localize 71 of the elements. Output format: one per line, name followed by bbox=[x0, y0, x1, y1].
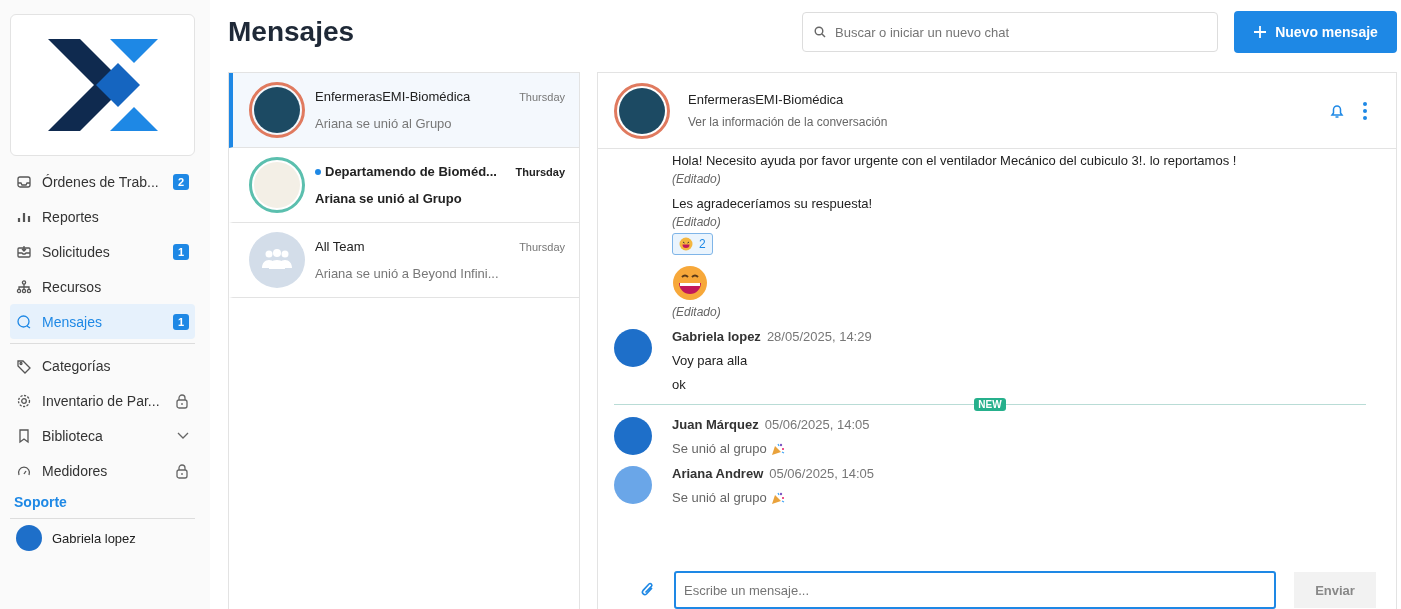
conversation-info-link[interactable]: Ver la información de la conversación bbox=[688, 115, 1312, 129]
message-text: Se unió al grupo bbox=[672, 441, 767, 456]
edited-note: (Editado) bbox=[672, 215, 721, 229]
avatar-placeholder bbox=[614, 466, 652, 504]
avatar-placeholder bbox=[16, 525, 42, 551]
user-name: Gabriela lopez bbox=[52, 530, 136, 546]
party-popper-icon bbox=[770, 441, 785, 456]
conversation-item[interactable]: Departamendo de Bioméd... Thursday Ariana se unió al Grupo bbox=[229, 148, 579, 223]
edited-note: (Editado) bbox=[672, 172, 721, 186]
author-name: Juan Márquez bbox=[672, 417, 759, 432]
nav-item[interactable]: Mensajes 1 bbox=[10, 304, 195, 339]
plus-icon bbox=[1253, 25, 1268, 39]
edited-note: (Editado) bbox=[672, 305, 721, 319]
conversation-preview: Ariana se unió al Grupo bbox=[315, 191, 463, 206]
message-text: Voy para alla bbox=[672, 353, 748, 368]
lock-icon bbox=[175, 392, 189, 409]
avatar-placeholder bbox=[614, 417, 652, 455]
conversation-item[interactable]: EnfermerasEMI-Biomédica Thursday Ariana se unió al Grupo bbox=[229, 73, 579, 148]
nav-item[interactable]: Inventario de Par... bbox=[10, 383, 195, 418]
nav-item[interactable]: Órdenes de Trab... 2 bbox=[10, 164, 195, 199]
conversation-name: Departamendo de Bioméd... bbox=[325, 164, 498, 179]
author-name: Ariana Andrew bbox=[672, 466, 764, 481]
count-badge: 2 bbox=[172, 173, 189, 190]
nav-item[interactable]: Reportes bbox=[10, 199, 195, 234]
chevron-down-icon bbox=[177, 431, 189, 440]
message-text: Les agradeceríamos su respuesta! bbox=[672, 196, 873, 211]
bookmark-icon bbox=[16, 427, 32, 444]
author-name: Gabriela lopez bbox=[672, 329, 761, 344]
conversation-name: All Team bbox=[315, 239, 366, 254]
conversation-preview: Ariana se unió a Beyond Infini... bbox=[315, 266, 500, 281]
count-badge: 1 bbox=[172, 313, 189, 330]
tag-icon bbox=[16, 357, 32, 374]
nav-item[interactable]: Medidores bbox=[10, 453, 195, 488]
hierarchy-icon bbox=[16, 278, 32, 295]
nav-item[interactable]: Categorías bbox=[10, 348, 195, 383]
avatar-placeholder bbox=[614, 329, 652, 367]
grinning-face-icon bbox=[672, 265, 708, 301]
conversation-name: EnfermerasEMI-Biomédica bbox=[315, 89, 472, 104]
lock-icon bbox=[175, 462, 189, 479]
conversation-preview: Ariana se unió al Grupo bbox=[315, 116, 453, 131]
inbox-icon bbox=[16, 173, 32, 190]
message-text: ok bbox=[672, 377, 686, 392]
tray-icon bbox=[16, 243, 32, 260]
group-avatar-icon bbox=[249, 232, 305, 288]
section-heading: Soporte bbox=[13, 493, 68, 512]
conversation-time: Thursday bbox=[519, 90, 565, 103]
gear-icon bbox=[16, 392, 32, 409]
laughing-face-icon bbox=[679, 237, 693, 251]
message-time: 05/06/2025, 14:05 bbox=[769, 466, 875, 481]
new-message-button[interactable]: Nuevo mensaje bbox=[1234, 11, 1397, 53]
count-badge: 1 bbox=[172, 243, 189, 260]
x-logo-icon bbox=[47, 39, 158, 131]
conversation-time: Thursday bbox=[515, 165, 565, 178]
new-label: NEW bbox=[974, 398, 1006, 411]
page-title: Mensajes bbox=[228, 16, 356, 48]
bell-icon[interactable] bbox=[1330, 102, 1344, 119]
message-time: 05/06/2025, 14:05 bbox=[764, 417, 870, 432]
more-options-icon[interactable] bbox=[1362, 100, 1368, 121]
message-input[interactable]: Escribe un mensaje... bbox=[674, 571, 1276, 609]
conversation-item[interactable]: All Team Thursday Ariana se unió a Beyond Infini... bbox=[229, 223, 579, 298]
message-text: Hola! Necesito ayuda por favor urgente con el ventilador Mecánico del cubiculo 3!. lo reportamos ! bbox=[672, 153, 1237, 168]
nav-item[interactable]: Solicitudes 1 bbox=[10, 234, 195, 269]
nav-item[interactable]: Biblioteca bbox=[10, 418, 195, 453]
chat-title: EnfermerasEMI-Biomédica bbox=[688, 92, 845, 107]
nav-item[interactable]: Recursos bbox=[10, 269, 195, 304]
message-time: 28/05/2025, 14:29 bbox=[766, 329, 872, 344]
message-text: Se unió al grupo bbox=[672, 490, 767, 505]
conversation-time: Thursday bbox=[519, 240, 565, 253]
chat-icon bbox=[16, 313, 32, 330]
party-popper-icon bbox=[770, 490, 785, 505]
search-field[interactable]: Buscar o iniciar un nuevo chat bbox=[802, 12, 1218, 52]
